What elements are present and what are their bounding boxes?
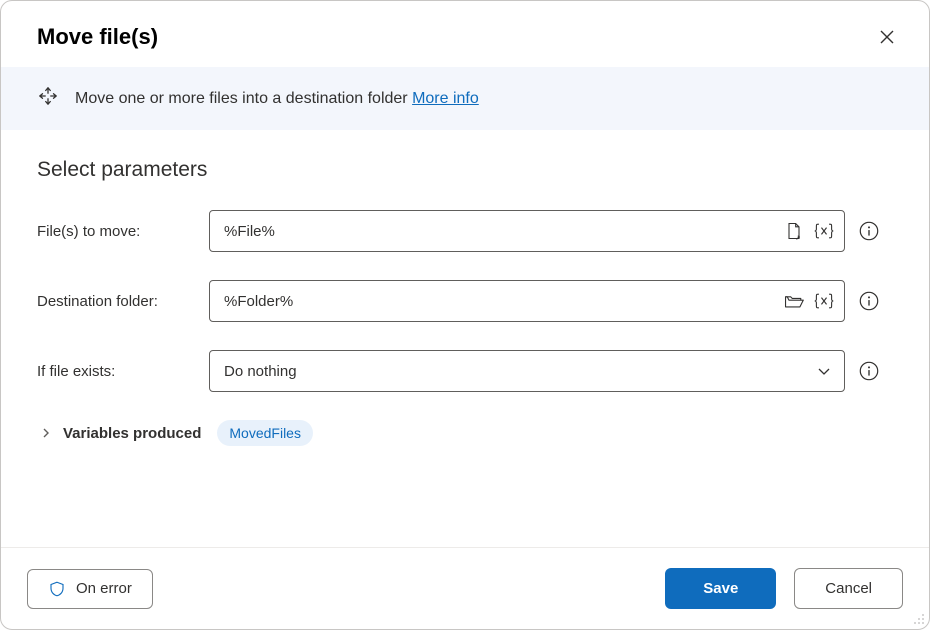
- dropdown-if-file-exists[interactable]: Do nothing: [209, 350, 845, 392]
- dropdown-if-file-exists-value: Do nothing: [224, 363, 297, 380]
- resize-grip-icon[interactable]: [911, 611, 925, 625]
- on-error-button[interactable]: On error: [27, 569, 153, 609]
- variable-icon: [813, 221, 835, 241]
- info-button-exists[interactable]: [857, 359, 881, 383]
- chevron-down-icon: [816, 363, 832, 379]
- move-files-dialog: Move file(s) Move one or more files into…: [0, 0, 930, 630]
- info-banner-text: Move one or more files into a destinatio…: [75, 90, 479, 108]
- input-destination-folder[interactable]: [209, 280, 845, 322]
- insert-variable-button-folder[interactable]: [812, 289, 836, 313]
- info-icon: [858, 290, 880, 312]
- info-icon: [858, 360, 880, 382]
- shield-icon: [48, 580, 66, 598]
- label-files-to-move: File(s) to move:: [37, 223, 197, 240]
- info-banner: Move one or more files into a destinatio…: [1, 67, 929, 130]
- file-pick-icon: [784, 221, 804, 241]
- dialog-title: Move file(s): [37, 24, 158, 50]
- save-button[interactable]: Save: [665, 568, 776, 609]
- info-text: Move one or more files into a destinatio…: [75, 90, 412, 107]
- info-button-folder[interactable]: [857, 289, 881, 313]
- more-info-link[interactable]: More info: [412, 90, 479, 107]
- footer-right: Save Cancel: [665, 568, 903, 609]
- section-title: Select parameters: [37, 158, 893, 182]
- select-folder-button[interactable]: [782, 289, 806, 313]
- info-icon: [858, 220, 880, 242]
- label-destination-folder: Destination folder:: [37, 293, 197, 310]
- close-button[interactable]: [873, 23, 901, 51]
- select-file-button[interactable]: [782, 219, 806, 243]
- row-files-to-move: File(s) to move:: [37, 210, 893, 252]
- variables-produced-label: Variables produced: [63, 425, 201, 442]
- variable-pill-movedfiles[interactable]: MovedFiles: [217, 420, 313, 446]
- input-destination-folder-text[interactable]: [224, 293, 776, 310]
- variable-icon: [813, 291, 835, 311]
- dialog-footer: On error Save Cancel: [1, 547, 929, 629]
- label-if-file-exists: If file exists:: [37, 363, 197, 380]
- variables-expand-toggle[interactable]: [37, 424, 55, 442]
- close-icon: [879, 29, 895, 45]
- info-button-files[interactable]: [857, 219, 881, 243]
- input-files-to-move-text[interactable]: [224, 223, 776, 240]
- on-error-label: On error: [76, 580, 132, 597]
- row-destination-folder: Destination folder:: [37, 280, 893, 322]
- variables-produced-row: Variables produced MovedFiles: [37, 420, 893, 446]
- dialog-body: Select parameters File(s) to move:: [1, 130, 929, 547]
- input-files-to-move[interactable]: [209, 210, 845, 252]
- folder-open-icon: [783, 291, 805, 311]
- move-arrows-icon: [37, 85, 59, 112]
- cancel-button[interactable]: Cancel: [794, 568, 903, 609]
- row-if-file-exists: If file exists: Do nothing: [37, 350, 893, 392]
- chevron-right-icon: [40, 427, 52, 439]
- dialog-header: Move file(s): [1, 1, 929, 67]
- insert-variable-button-files[interactable]: [812, 219, 836, 243]
